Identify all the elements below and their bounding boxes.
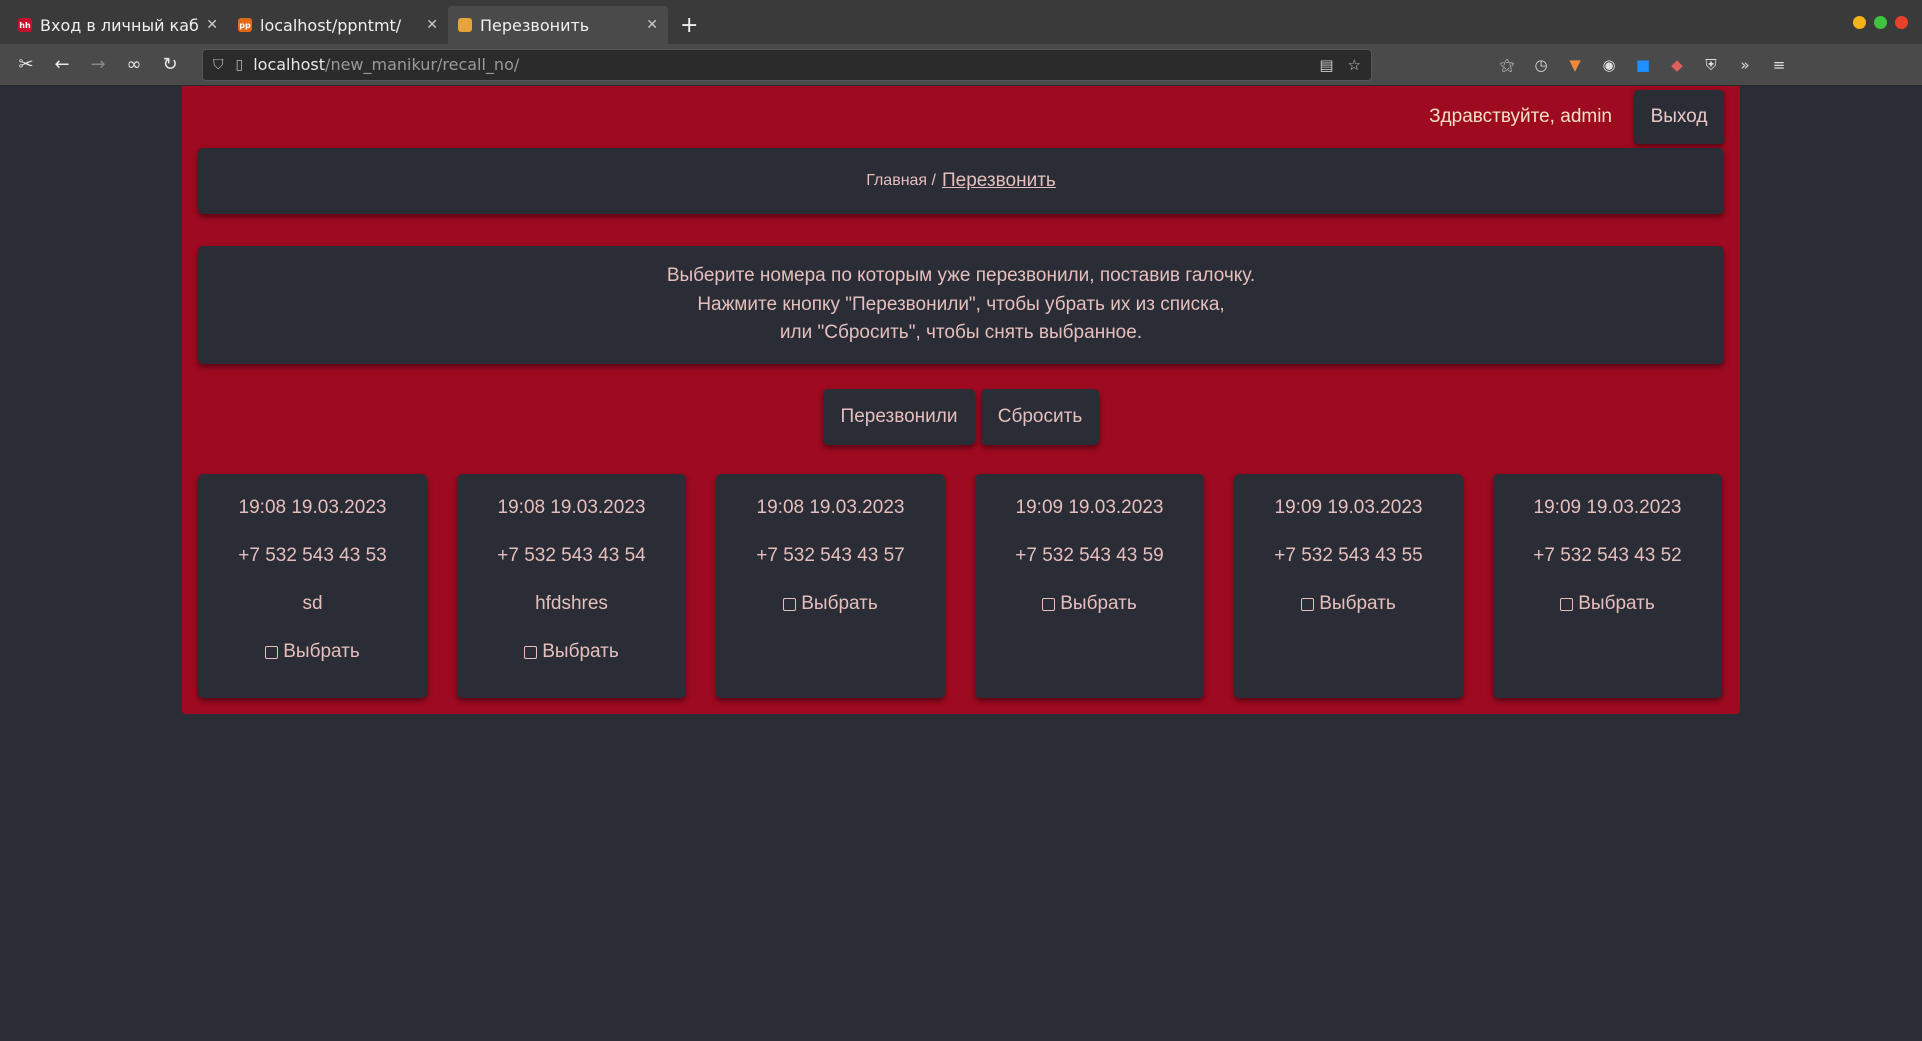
mask-icon[interactable]: ∞ (118, 49, 150, 81)
tab-title: Перезвонить (480, 15, 590, 35)
select-checkbox[interactable]: Выбрать (1560, 580, 1655, 628)
record-phone: +7 532 543 43 52 (1533, 545, 1682, 566)
menu-icon[interactable]: ≡ (1768, 54, 1790, 76)
main-panel: Здравствуйте, admin Выход Главная / Пере… (182, 86, 1740, 714)
tab-bar: hh Вход в личный кабинет ✕ pp localhost/… (0, 0, 1922, 44)
select-checkbox[interactable]: Выбрать (524, 628, 619, 676)
select-label: Выбрать (1060, 593, 1137, 614)
checkbox-icon[interactable] (1301, 597, 1315, 611)
select-checkbox[interactable]: Выбрать (1301, 580, 1396, 628)
select-label: Выбрать (283, 641, 360, 662)
reload-icon[interactable]: ↻ (154, 49, 186, 81)
skype-icon[interactable]: ■ (1632, 54, 1654, 76)
instructions-card: Выберите номера по которым уже перезвони… (198, 246, 1724, 364)
shield-extension-icon[interactable]: ⛨ (1700, 54, 1722, 76)
breadcrumb-home[interactable]: Главная / (866, 172, 936, 190)
address-bar[interactable]: ⛉ ▯ localhost/new_manikur/recall_no/ ▤ ☆ (202, 48, 1372, 81)
logout-button[interactable]: Выход (1634, 90, 1724, 144)
record-card: 19:08 19.03.2023 +7 532 543 43 53 sd Выб… (198, 474, 427, 698)
tab-ppntmt[interactable]: pp localhost/ppntmt/ ✕ (228, 6, 448, 44)
overflow-icon[interactable]: » (1734, 54, 1756, 76)
called-button[interactable]: Перезвонили (823, 389, 975, 445)
tab-login[interactable]: hh Вход в личный кабинет ✕ (8, 6, 228, 44)
record-card: 19:08 19.03.2023 +7 532 543 43 54 hfdshr… (457, 474, 686, 698)
close-icon[interactable]: ✕ (426, 17, 438, 33)
hh-favicon-icon: hh (18, 18, 32, 32)
new-tab-button[interactable]: + (668, 6, 710, 44)
navigation-toolbar: ✂ ← → ∞ ↻ ⛉ ▯ localhost/new_manikur/reca… (0, 44, 1922, 86)
forward-icon[interactable]: → (82, 49, 114, 81)
checkbox-icon[interactable] (1560, 597, 1574, 611)
reset-button[interactable]: Сбросить (981, 389, 1099, 445)
select-label: Выбрать (801, 593, 878, 614)
record-datetime: 19:09 19.03.2023 (1533, 497, 1682, 518)
tab-title: Вход в личный кабинет (40, 15, 200, 35)
greeting: Здравствуйте, admin (1429, 106, 1612, 128)
minimize-icon[interactable] (1853, 16, 1866, 29)
site-favicon-icon: pp (238, 18, 252, 32)
select-checkbox[interactable]: Выбрать (783, 580, 878, 628)
maximize-icon[interactable] (1874, 16, 1887, 29)
history-icon[interactable]: ◷ (1530, 54, 1552, 76)
record-datetime: 19:09 19.03.2023 (1274, 497, 1423, 518)
reader-view-icon[interactable]: ▤ (1319, 56, 1333, 74)
close-window-icon[interactable] (1895, 16, 1908, 29)
record-datetime: 19:09 19.03.2023 (1015, 497, 1164, 518)
checkbox-icon[interactable] (1042, 597, 1056, 611)
record-phone: +7 532 543 43 54 (497, 545, 646, 566)
breadcrumb: Главная / Перезвонить (198, 148, 1724, 214)
username: admin (1560, 106, 1612, 127)
breadcrumb-current[interactable]: Перезвонить (942, 170, 1056, 192)
pencil-favicon-icon (458, 18, 472, 32)
checkbox-icon[interactable] (265, 645, 279, 659)
extensions: ⚝ ◷ ▼ ◉ ■ ◆ ⛨ » ≡ (1496, 54, 1790, 76)
bookmark-star-icon[interactable]: ☆ (1348, 56, 1361, 74)
select-checkbox[interactable]: Выбрать (1042, 580, 1137, 628)
records-grid: 19:08 19.03.2023 +7 532 543 43 53 sd Выб… (198, 474, 1724, 698)
window-controls (1853, 16, 1908, 29)
record-name: sd (302, 593, 323, 614)
greeting-text: Здравствуйте, (1429, 106, 1555, 127)
record-phone: +7 532 543 43 55 (1274, 545, 1423, 566)
checkbox-icon[interactable] (783, 597, 797, 611)
page-icon: ▯ (235, 56, 244, 73)
checkbox-icon[interactable] (524, 645, 538, 659)
shield-icon[interactable]: ⛉ (213, 57, 224, 73)
sync-icon[interactable]: ◉ (1598, 54, 1620, 76)
url-host: localhost (253, 55, 326, 74)
instruction-line: Нажмите кнопку "Перезвонили", чтобы убра… (697, 293, 1225, 315)
bucket-icon[interactable]: ▼ (1564, 54, 1586, 76)
action-buttons: Перезвонили Сбросить (182, 389, 1740, 445)
record-name: hfdshres (535, 593, 608, 614)
record-phone: +7 532 543 43 59 (1015, 545, 1164, 566)
select-label: Выбрать (542, 641, 619, 662)
record-card: 19:09 19.03.2023 +7 532 543 43 52 Выбрат… (1493, 474, 1722, 698)
instruction-line: Выберите номера по которым уже перезвони… (666, 265, 1256, 287)
eraser-icon[interactable]: ◆ (1666, 54, 1688, 76)
record-datetime: 19:08 19.03.2023 (756, 497, 905, 518)
back-icon[interactable]: ← (46, 49, 78, 81)
close-icon[interactable]: ✕ (646, 17, 658, 33)
record-card: 19:08 19.03.2023 +7 532 543 43 57 Выбрат… (716, 474, 945, 698)
instruction-line: или "Сбросить", чтобы снять выбранное. (779, 322, 1143, 344)
record-datetime: 19:08 19.03.2023 (238, 497, 387, 518)
tab-recall[interactable]: Перезвонить ✕ (448, 6, 668, 44)
record-phone: +7 532 543 43 53 (238, 545, 387, 566)
record-card: 19:09 19.03.2023 +7 532 543 43 55 Выбрат… (1234, 474, 1463, 698)
tab-title: localhost/ppntmt/ (260, 15, 402, 35)
record-datetime: 19:08 19.03.2023 (497, 497, 646, 518)
select-checkbox[interactable]: Выбрать (265, 628, 360, 676)
customize-icon[interactable]: ✂ (10, 49, 42, 81)
select-label: Выбрать (1578, 593, 1655, 614)
record-phone: +7 532 543 43 57 (756, 545, 905, 566)
record-card: 19:09 19.03.2023 +7 532 543 43 59 Выбрат… (975, 474, 1204, 698)
page-content: Здравствуйте, admin Выход Главная / Пере… (0, 86, 1922, 1041)
url-path: /new_manikur/recall_no/ (325, 55, 520, 74)
select-label: Выбрать (1319, 593, 1396, 614)
pocket-icon[interactable]: ⚝ (1496, 54, 1518, 76)
close-icon[interactable]: ✕ (206, 17, 218, 33)
